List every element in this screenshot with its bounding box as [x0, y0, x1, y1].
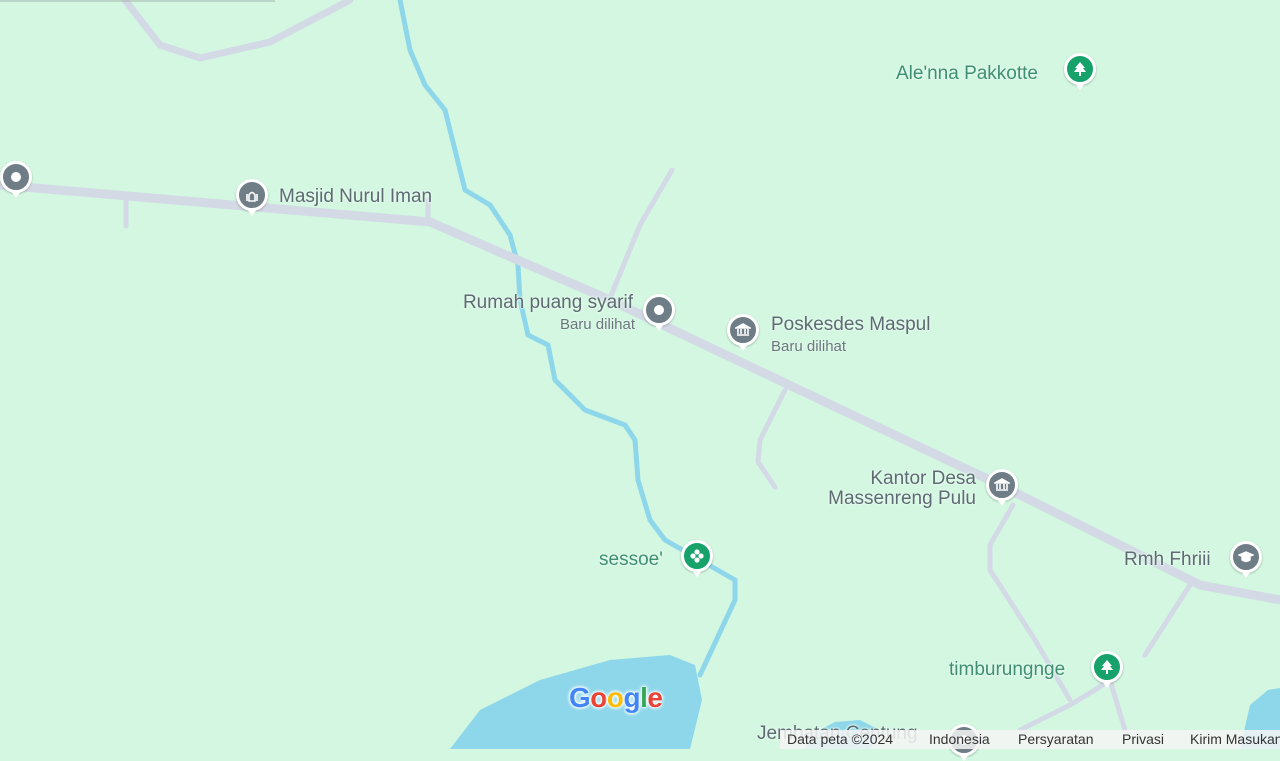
place-label-rumah[interactable]: Rumah puang syarif	[440, 293, 633, 313]
road	[1142, 582, 1193, 658]
privacy-link[interactable]: Privasi	[1122, 730, 1164, 749]
map-data-attribution: Data peta ©2024	[787, 731, 894, 747]
place-sublabel-poskesdes: Baru dilihat	[771, 338, 847, 355]
tree-icon[interactable]	[1091, 651, 1123, 688]
region-link[interactable]: Indonesia	[929, 730, 990, 749]
place-sublabel-rumah: Baru dilihat	[559, 316, 635, 333]
government-building-icon[interactable]	[727, 314, 759, 351]
map-footer: Data peta ©2024 Indonesia Persyaratan Pr…	[780, 730, 1280, 749]
school-icon[interactable]	[1230, 541, 1262, 578]
place-label-alenna[interactable]: Ale'nna Pakkotte	[896, 64, 1038, 84]
road	[121, 0, 354, 62]
place-label-timburungnge[interactable]: timburungnge	[949, 660, 1065, 680]
top-overlay-shadow	[0, 0, 275, 2]
feedback-link[interactable]: Kirim Masukan	[1190, 730, 1280, 749]
road	[0, 180, 1280, 605]
tree-icon[interactable]	[1064, 53, 1096, 90]
terms-link[interactable]: Persyaratan	[1018, 730, 1093, 749]
place-label-kantor-line1[interactable]: Kantor Desa	[760, 469, 976, 489]
government-building-icon[interactable]	[986, 469, 1018, 506]
map-base-layer	[0, 0, 1280, 749]
place-label-poskesdes[interactable]: Poskesdes Maspul	[771, 315, 930, 335]
road	[607, 167, 675, 301]
google-logo: Google	[569, 682, 663, 713]
place-label-masjid[interactable]: Masjid Nurul Iman	[279, 187, 432, 207]
mosque-icon[interactable]	[236, 179, 268, 216]
map-canvas[interactable]: Ale'nna Pakkotte Masjid Nurul Iman Rumah…	[0, 0, 1280, 761]
place-label-kantor-line2[interactable]: Massenreng Pulu	[760, 489, 976, 509]
flower-icon[interactable]	[681, 540, 713, 577]
location-pin-icon[interactable]	[0, 161, 32, 198]
place-label-rmh[interactable]: Rmh Fhriii	[1124, 550, 1211, 570]
location-pin-icon[interactable]	[643, 294, 675, 331]
place-label-sessoe[interactable]: sessoe'	[599, 550, 663, 570]
